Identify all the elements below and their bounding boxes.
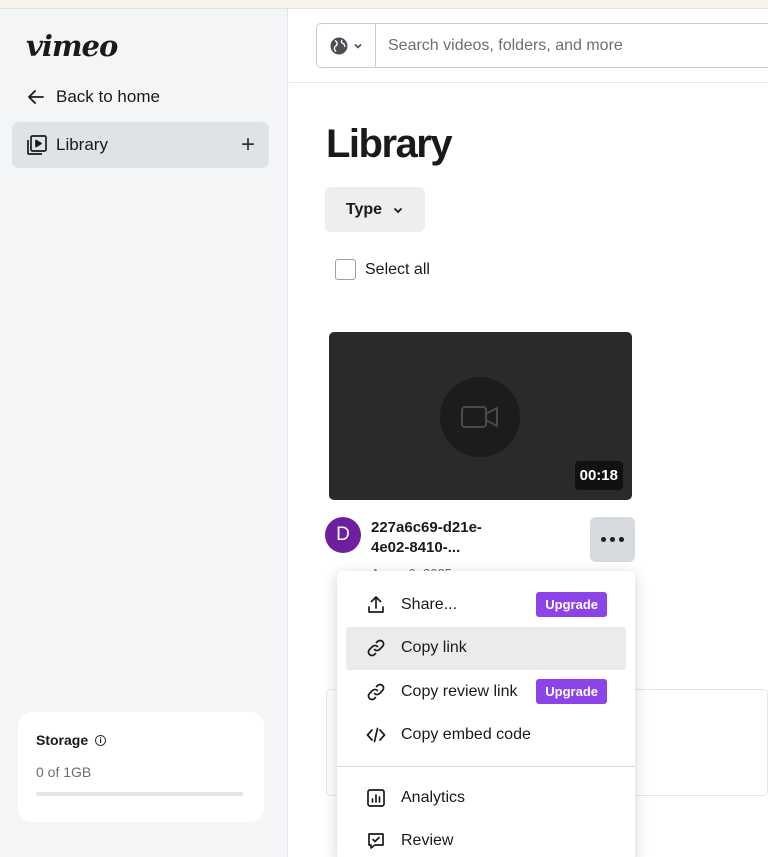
video-camera-icon: [461, 406, 498, 428]
video-title-line-2: 4e02-8410-...: [371, 539, 461, 556]
video-placeholder: [440, 377, 520, 457]
storage-card: Storage i 0 of 1GB: [18, 712, 264, 822]
menu-item-copy-embed-code[interactable]: Copy embed code: [346, 714, 626, 758]
menu-item-analytics[interactable]: Analytics: [346, 776, 626, 820]
menu-item-label: Copy embed code: [401, 726, 531, 744]
sidebar: vimeo Back to home Library + Storage i 0…: [0, 9, 288, 857]
sidebar-item-label: Library: [56, 135, 108, 154]
type-filter-dropdown[interactable]: Type: [325, 187, 425, 232]
add-folder-icon[interactable]: +: [241, 133, 255, 157]
link-icon: [367, 639, 385, 657]
select-all-label: Select all: [365, 260, 430, 278]
chevron-down-icon: [354, 43, 362, 49]
back-to-home-label: Back to home: [56, 87, 160, 106]
page-title: Library: [326, 122, 453, 166]
arrow-left-icon: [28, 90, 44, 104]
header-divider: [289, 82, 768, 83]
menu-separator: [337, 766, 635, 767]
back-to-home-link[interactable]: Back to home: [26, 87, 160, 107]
code-icon: [366, 727, 386, 743]
select-all-control[interactable]: Select all: [335, 259, 430, 280]
search-input[interactable]: [376, 36, 768, 55]
more-options-button[interactable]: [590, 517, 635, 562]
info-icon[interactable]: i: [95, 734, 107, 746]
type-filter-label: Type: [345, 200, 383, 218]
globe-icon: [330, 37, 348, 54]
menu-item-copy-review-link[interactable]: Copy review link Upgrade: [346, 670, 626, 714]
video-options-menu: Share... Upgrade Copy link Copy review l…: [337, 571, 635, 857]
analytics-icon: [367, 788, 385, 807]
review-comment-icon: [368, 833, 384, 850]
menu-item-label: Analytics: [401, 788, 466, 806]
video-thumbnail[interactable]: 00:18: [329, 332, 632, 500]
search-bar: [316, 23, 768, 68]
menu-item-review[interactable]: Review: [346, 820, 626, 857]
menu-item-label: Copy link: [401, 639, 467, 657]
storage-title-label: Storage: [36, 732, 89, 748]
dot-icon: [601, 537, 606, 542]
video-title-line-1: 227a6c69-d21e-: [371, 519, 482, 536]
menu-item-label: Review: [401, 832, 454, 850]
search-scope-dropdown[interactable]: [317, 24, 376, 67]
avatar: D: [325, 517, 361, 553]
dot-icon: [619, 537, 624, 542]
sidebar-item-library[interactable]: Library +: [12, 122, 269, 168]
upgrade-badge[interactable]: Upgrade: [536, 679, 607, 705]
video-title[interactable]: 227a6c69-d21e- 4e02-8410-...: [371, 518, 571, 558]
link-icon: [367, 683, 385, 701]
menu-item-copy-link[interactable]: Copy link: [346, 626, 626, 670]
library-icon: [27, 135, 47, 155]
chevron-down-icon: [393, 207, 403, 213]
dot-icon: [610, 537, 615, 542]
video-duration: 00:18: [574, 461, 623, 490]
menu-item-label: Share...: [401, 595, 458, 613]
vimeo-logo[interactable]: vimeo: [26, 29, 118, 63]
upgrade-badge[interactable]: Upgrade: [536, 592, 607, 618]
storage-value: 0 of 1GB: [36, 764, 92, 780]
menu-item-label: Copy review link: [401, 682, 518, 700]
storage-title: Storage i: [36, 732, 246, 748]
share-upload-icon: [368, 595, 384, 613]
storage-progress-bar: [36, 792, 243, 796]
select-all-checkbox[interactable]: [335, 259, 356, 280]
browser-top-strip: [0, 0, 768, 9]
menu-item-share[interactable]: Share... Upgrade: [346, 583, 626, 627]
